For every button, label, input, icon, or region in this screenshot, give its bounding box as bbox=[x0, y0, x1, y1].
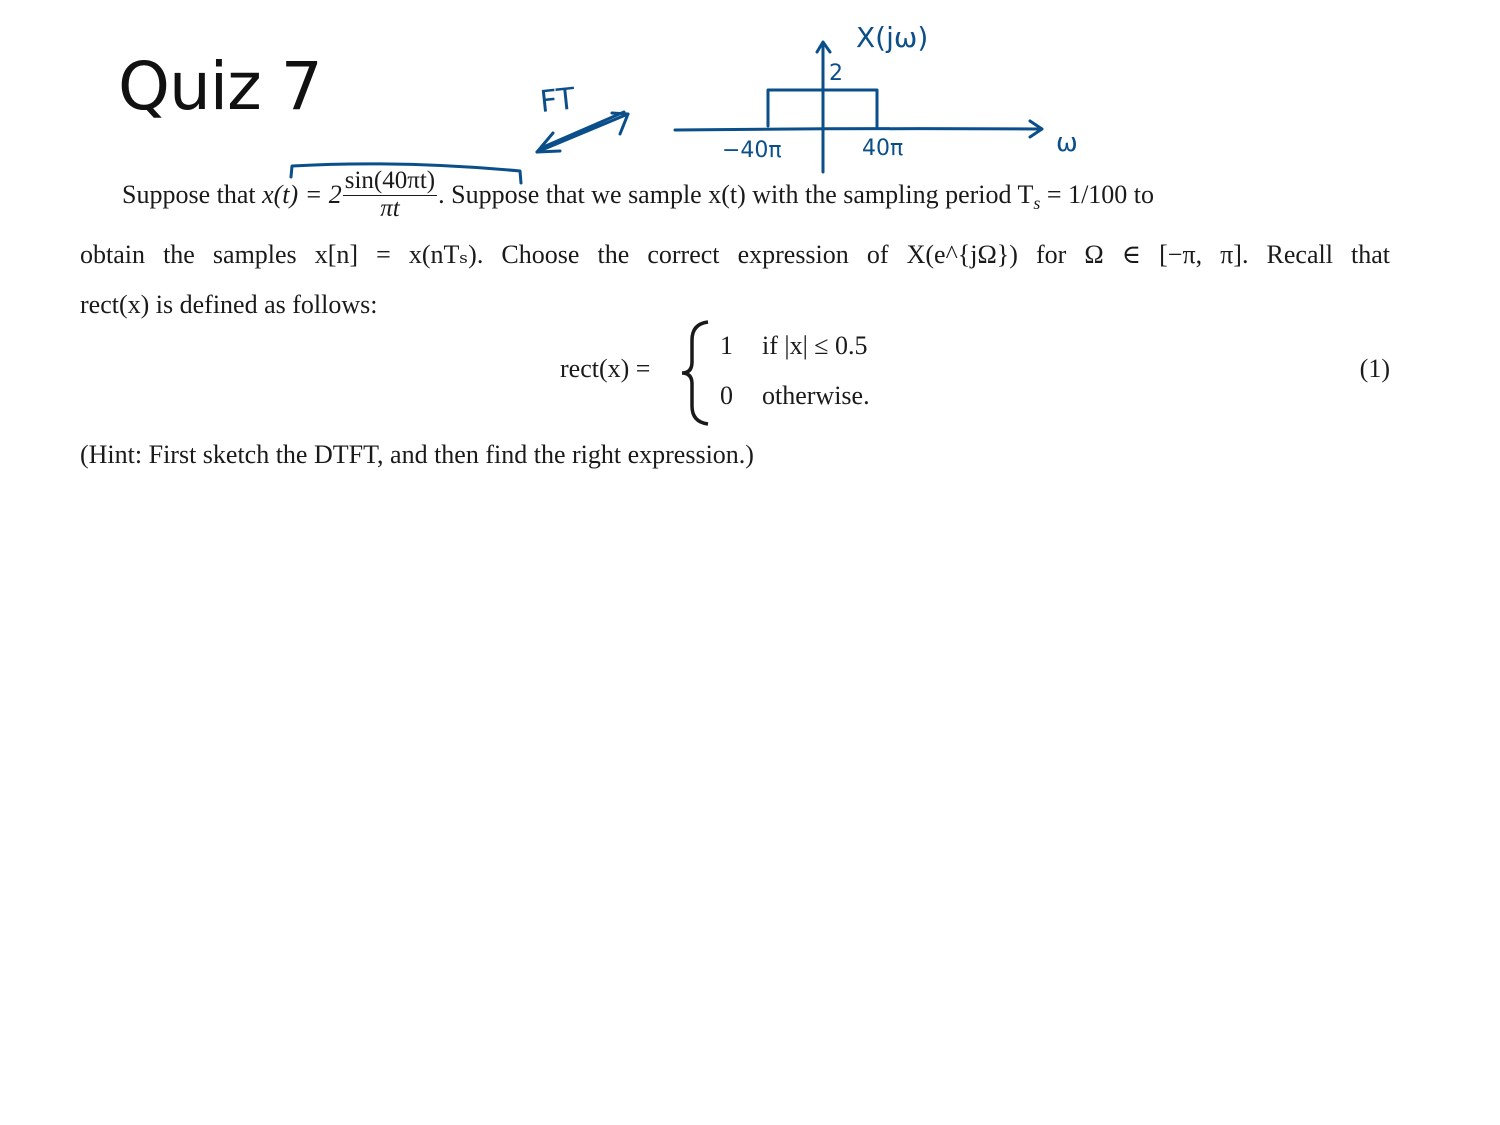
case-2-value: 0 bbox=[720, 381, 733, 410]
case-2-condition: otherwise. bbox=[762, 381, 870, 410]
left-tick-label: −40π bbox=[722, 138, 782, 163]
text-tail: . Suppose that we sample x(t) with the s… bbox=[438, 180, 1034, 209]
spectrum-label: X(jω) bbox=[856, 21, 928, 54]
rect-equation: rect(x) = 1 if |x| ≤ 0.5 0 otherwise. (1) bbox=[560, 318, 1390, 428]
x-axis bbox=[673, 127, 1042, 132]
case-row-1: 1 if |x| ≤ 0.5 bbox=[720, 331, 868, 361]
axis-label: ω bbox=[1056, 128, 1078, 158]
text-end: = 1/100 to bbox=[1040, 180, 1155, 209]
equation-number: (1) bbox=[1359, 354, 1390, 383]
height-label: 2 bbox=[829, 61, 843, 86]
right-tick-label: 40π bbox=[862, 136, 903, 161]
case-1-value: 1 bbox=[720, 331, 733, 360]
equation-lhs: rect(x) = bbox=[560, 354, 651, 383]
ft-label: FT bbox=[538, 81, 577, 120]
hint-text: (Hint: First sketch the DTFT, and then f… bbox=[80, 440, 754, 469]
text-lead: Suppose that bbox=[122, 180, 263, 209]
left-brace bbox=[681, 320, 709, 426]
fraction-denominator: πt bbox=[380, 194, 400, 222]
case-1-condition: if |x| ≤ 0.5 bbox=[762, 331, 868, 360]
case-row-2: 0 otherwise. bbox=[720, 381, 870, 411]
fraction-numerator: sin(40πt) bbox=[342, 167, 438, 196]
signal-definition: x(t) = 2 bbox=[262, 180, 342, 209]
sinc-fraction: sin(40πt) πt bbox=[342, 167, 438, 222]
problem-line-1: Suppose that x(t) = 2 sin(40πt) πt. Suppos… bbox=[80, 167, 1390, 228]
problem-line-2: obtain the samples x[n] = x(nTₛ). Choose… bbox=[80, 240, 1390, 269]
